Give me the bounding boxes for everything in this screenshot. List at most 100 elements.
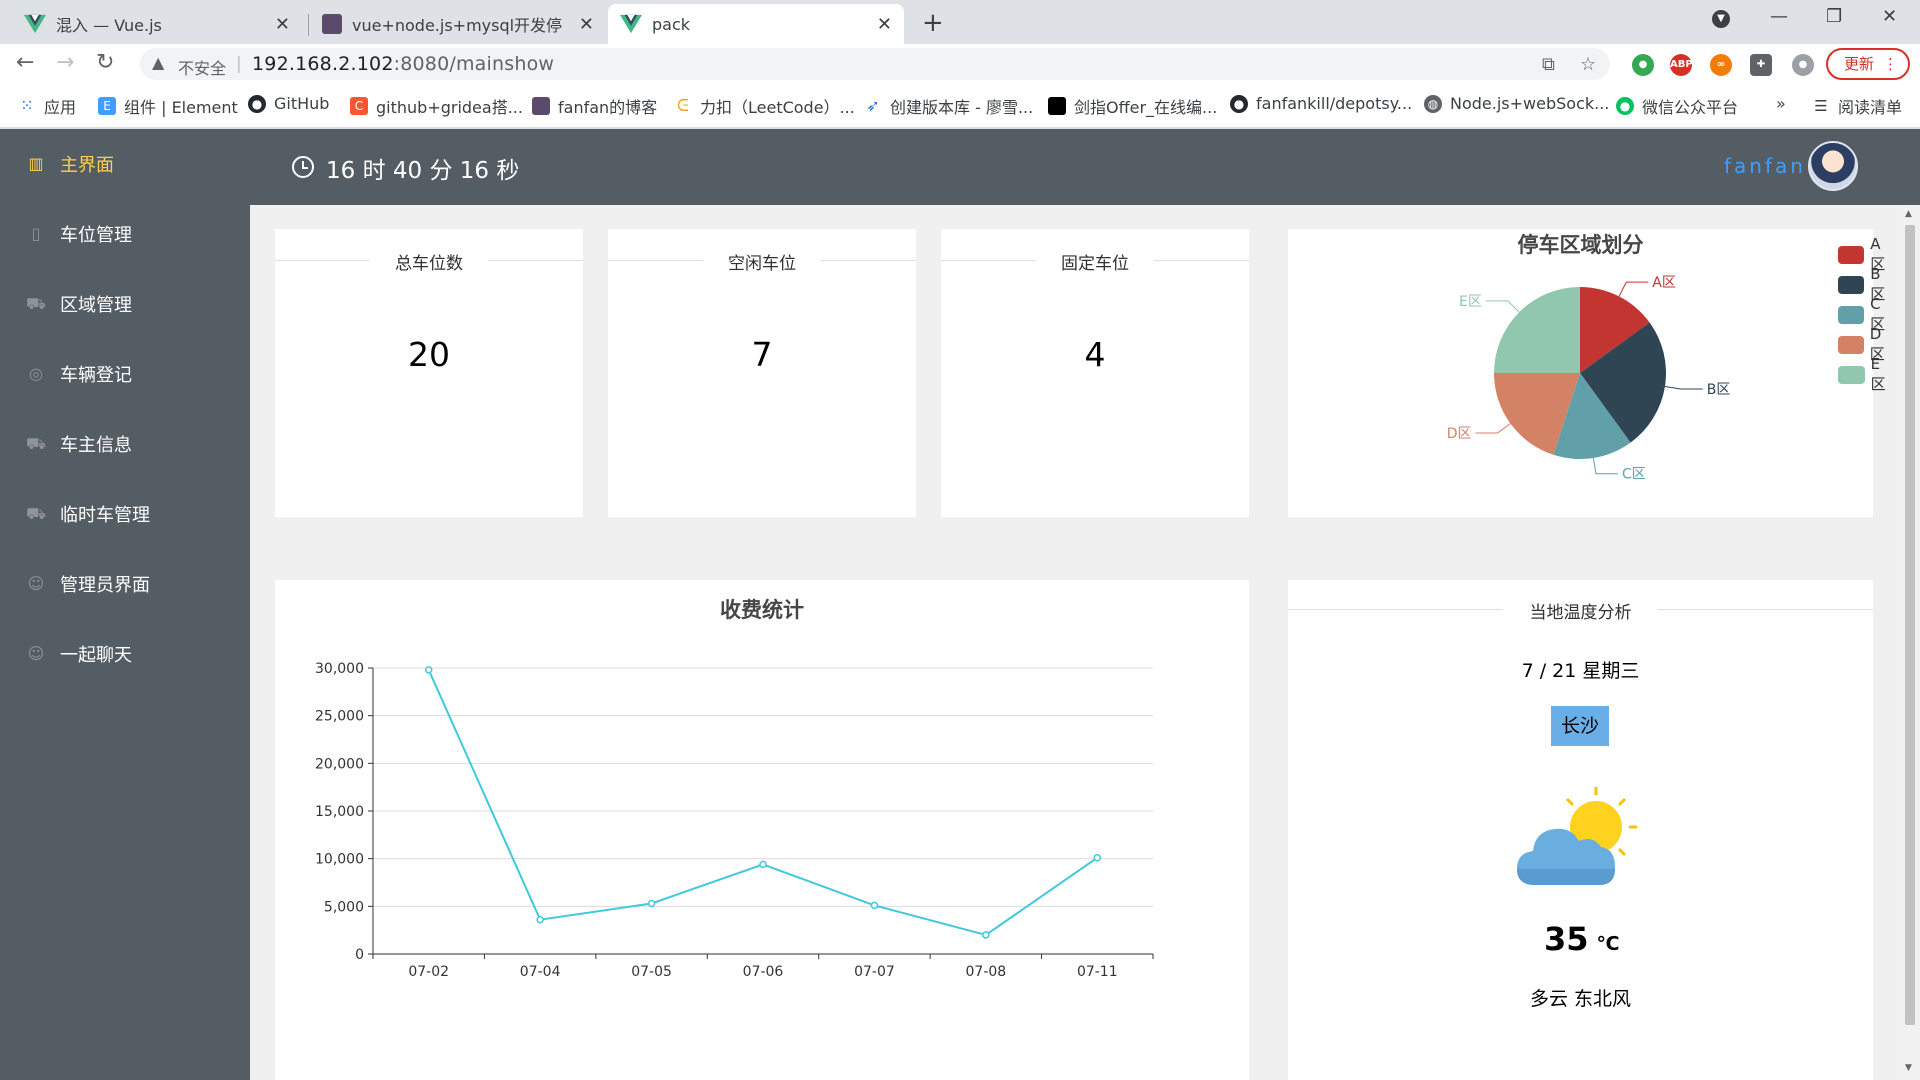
bookmarks-overflow[interactable]: »: [1776, 94, 1786, 113]
sidebar-item-vehicle-register[interactable]: ◎ 车辆登记: [0, 339, 250, 409]
bookmark-label: 剑指Offer_在线编...: [1074, 98, 1218, 117]
sidebar-item-parking-spaces[interactable]: ▯ 车位管理: [0, 199, 250, 269]
tab-close-icon[interactable]: ✕: [275, 14, 290, 35]
data-point[interactable]: [1093, 853, 1102, 862]
legend-swatch: [1838, 305, 1865, 324]
x-tick-label: 07-08: [966, 964, 1007, 980]
blog-favicon-icon: [322, 14, 342, 34]
bookmark-jianzhi-offer[interactable]: 剑指Offer_在线编...: [1048, 94, 1217, 118]
bookmark-github[interactable]: ● GitHub: [248, 94, 329, 113]
update-button[interactable]: 更新 ⋮: [1826, 48, 1910, 80]
weather-card: 当地温度分析 7 / 21 星期三 长沙 35 ℃ 多云 东北风: [1288, 580, 1873, 1080]
rocket-icon: ➶: [866, 96, 880, 115]
pie-label-line: [1475, 423, 1511, 434]
bookmark-star-icon[interactable]: ☆: [1580, 54, 1596, 75]
partly-cloudy-icon: [1517, 787, 1637, 885]
extensions-puzzle-icon[interactable]: ✚: [1750, 54, 1772, 76]
bar-chart-icon: ▥: [28, 154, 44, 173]
forward-icon[interactable]: →: [56, 50, 74, 75]
scroll-up-icon[interactable]: ▲: [1905, 209, 1912, 219]
bookmark-websocket[interactable]: ◍ Node.js+webSock...: [1424, 94, 1609, 113]
reading-list[interactable]: ☰ 阅读清单: [1812, 94, 1902, 118]
apps-grid-icon: ⁙: [20, 96, 34, 115]
bookmark-leetcode[interactable]: ᕮ 力扣（LeetCode）...: [674, 94, 855, 118]
menu-dots-icon[interactable]: ⋮: [1883, 50, 1898, 78]
minimize-button[interactable]: —: [1770, 6, 1788, 27]
data-point[interactable]: [759, 860, 767, 869]
stat-card-total: 总车位数 20: [275, 229, 583, 517]
tab-search-icon[interactable]: ▼: [1712, 10, 1730, 28]
sidebar-item-owners[interactable]: ⛟ 车主信息: [0, 409, 250, 479]
data-point[interactable]: [870, 901, 879, 910]
globe-icon: ◍: [1424, 94, 1442, 113]
reload-icon[interactable]: ↻: [96, 50, 114, 75]
tab-vue-mixins[interactable]: 混入 — Vue.js ✕: [12, 4, 302, 44]
data-point[interactable]: [647, 899, 656, 908]
bookmark-fanfan-blog[interactable]: fanfan的博客: [532, 94, 657, 118]
legend-item[interactable]: E区: [1838, 355, 1891, 394]
data-point[interactable]: [424, 666, 433, 674]
sidebar-item-admin[interactable]: ☺ 管理员界面: [0, 549, 250, 619]
tab-pack[interactable]: pack ✕: [608, 4, 904, 44]
pie-slice[interactable]: [1494, 287, 1580, 373]
sidebar-item-label: 车位管理: [60, 225, 132, 246]
stat-label: 总车位数: [275, 249, 583, 274]
clock-icon: [292, 156, 314, 178]
sidebar-item-areas[interactable]: ⛟ 区域管理: [0, 269, 250, 339]
sidebar-menu: ▥ 主界面 ▯ 车位管理 ⛟ 区域管理 ◎ 车辆登记 ⛟ 车主信息 ⛟ 临时车管理 ☺ 管理员…: [0, 129, 250, 1080]
back-icon[interactable]: ←: [16, 50, 34, 75]
address-bar[interactable]: ▲ 不安全 | 192.168.2.102:8080/mainshow ⧉ ☆: [140, 48, 1610, 80]
y-tick-label: 10,000: [315, 852, 364, 868]
sidebar-item-temp-vehicles[interactable]: ⛟ 临时车管理: [0, 479, 250, 549]
bookmark-label: 微信公众平台: [1642, 98, 1739, 117]
top-header: 16 时 40 分 16 秒 fanfan: [250, 129, 1920, 205]
bookmark-apps[interactable]: ⁙ 应用: [18, 94, 76, 118]
bookmark-depotsystem[interactable]: ● fanfankill/depotsy...: [1230, 94, 1412, 113]
bookmark-label: fanfan的博客: [558, 98, 658, 117]
scroll-down-icon[interactable]: ▼: [1905, 1063, 1912, 1073]
data-point[interactable]: [536, 915, 544, 924]
stat-card-free: 空闲车位 7: [608, 229, 916, 517]
new-tab-button[interactable]: +: [922, 8, 944, 38]
close-window-button[interactable]: ✕: [1882, 6, 1897, 27]
adblock-icon[interactable]: ABP: [1670, 54, 1693, 76]
bookmark-label: GitHub: [274, 94, 330, 113]
security-label[interactable]: 不安全: [178, 55, 226, 79]
bookmark-element[interactable]: E 组件 | Element: [98, 94, 238, 118]
bookmark-wechat[interactable]: ● 微信公众平台: [1616, 94, 1738, 118]
weather-description: 多云 东北风: [1529, 988, 1632, 1010]
y-tick-label: 20,000: [315, 756, 364, 772]
pie-chart: A区 B区 C区 D区 E区: [1447, 275, 1731, 483]
data-point[interactable]: [982, 931, 990, 939]
username[interactable]: fanfan: [1724, 154, 1806, 178]
sidebar-item-chat[interactable]: ☺ 一起聊天: [0, 619, 250, 689]
browser-window: 混入 — Vue.js ✕ vue+node.js+mysql开发停车场 ✕ p…: [0, 0, 1920, 1080]
tab-close-icon[interactable]: ✕: [877, 14, 892, 35]
city-badge[interactable]: 长沙: [1551, 706, 1609, 746]
bookmark-gridea[interactable]: Cgithub+gridea搭...: [350, 94, 523, 118]
url-text[interactable]: 192.168.2.102:8080/mainshow: [252, 53, 554, 75]
y-tick-label: 0: [355, 947, 364, 963]
user-icon: ☺: [27, 644, 45, 663]
pie-label-line: [1485, 300, 1520, 313]
legend-label: E区: [1870, 355, 1886, 393]
stat-value: 4: [1084, 335, 1106, 374]
parking-icon: ▯: [31, 224, 41, 243]
translate-icon[interactable]: ⧉: [1542, 54, 1555, 75]
circle-icon: ◎: [29, 364, 43, 383]
page-scrollbar[interactable]: ▲ ▼: [1900, 205, 1920, 1080]
tab-close-icon[interactable]: ✕: [579, 14, 594, 35]
bookmark-liaoxuefeng[interactable]: ➶ 创建版本库 - 廖雪...: [864, 94, 1033, 118]
y-tick-label: 15,000: [315, 804, 364, 820]
extension-chrome-icon[interactable]: ●: [1632, 54, 1654, 76]
sidebar-item-main[interactable]: ▥ 主界面: [0, 129, 250, 199]
sidebar-item-label: 车主信息: [60, 435, 132, 456]
profile-icon[interactable]: ●: [1792, 54, 1814, 76]
avatar[interactable]: [1808, 141, 1858, 191]
reading-list-icon: ☰: [1814, 97, 1828, 115]
x-tick-label: 07-02: [408, 964, 449, 980]
scroll-thumb[interactable]: [1905, 225, 1915, 1025]
restore-button[interactable]: ❐: [1826, 6, 1842, 27]
tab-parking-blog[interactable]: vue+node.js+mysql开发停车场 ✕: [310, 4, 606, 44]
extension-infinity-icon[interactable]: ∞: [1710, 54, 1732, 76]
